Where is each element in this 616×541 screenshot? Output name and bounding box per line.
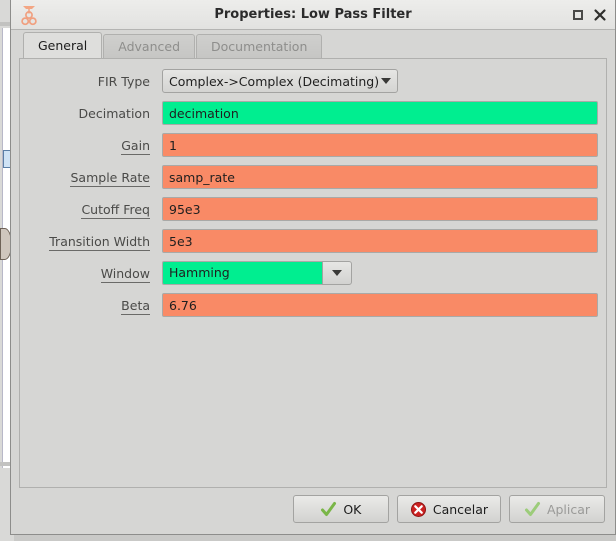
field-wrap-window: Hamming	[162, 261, 606, 285]
label-beta: Beta	[121, 297, 150, 315]
apply-button-label: Aplicar	[546, 501, 591, 517]
cutoff-freq-input[interactable]: 95e3	[162, 197, 598, 221]
form-row-decimation: Decimation decimation	[20, 101, 606, 125]
form-row-gain: Gain 1	[20, 133, 606, 157]
form-row-cutoff-freq: Cutoff Freq 95e3	[20, 197, 606, 221]
decimation-input[interactable]: decimation	[162, 101, 598, 125]
form-row-window: Window Hamming	[20, 261, 606, 285]
gain-input[interactable]: 1	[162, 133, 598, 157]
label-fir-type: FIR Type	[97, 73, 150, 89]
label-transition-width: Transition Width	[49, 233, 150, 251]
check-icon	[524, 501, 540, 516]
fir-type-value: Complex->Complex (Decimating)	[169, 73, 380, 89]
beta-input[interactable]: 6.76	[162, 293, 598, 317]
form-row-beta: Beta 6.76	[20, 293, 606, 317]
label-sample-rate: Sample Rate	[70, 169, 150, 187]
window-value[interactable]: Hamming	[162, 261, 322, 285]
window-controls	[565, 6, 609, 24]
tab-documentation[interactable]: Documentation	[196, 34, 323, 58]
tab-bar: General Advanced Documentation	[11, 30, 615, 58]
maximize-button[interactable]	[569, 6, 587, 24]
sample-rate-input[interactable]: samp_rate	[162, 165, 598, 189]
check-icon	[321, 501, 337, 516]
label-gain: Gain	[121, 137, 150, 155]
apply-button[interactable]: Aplicar	[509, 495, 605, 523]
error-x-icon	[410, 501, 426, 517]
window-title: Properties: Low Pass Filter	[214, 7, 412, 22]
field-wrap-sample-rate: samp_rate	[162, 165, 606, 189]
tab-advanced[interactable]: Advanced	[103, 34, 196, 58]
label-window: Window	[100, 265, 150, 283]
fir-type-combobox[interactable]: Complex->Complex (Decimating)	[162, 69, 398, 93]
label-cutoff-freq: Cutoff Freq	[81, 201, 150, 219]
general-tab-panel: FIR Type Complex->Complex (Decimating) D…	[19, 58, 607, 488]
transition-width-input[interactable]: 5e3	[162, 229, 598, 253]
ok-button-label: OK	[343, 501, 362, 517]
dialog-button-bar: OK Cancelar Aplicar	[11, 488, 615, 534]
field-wrap-gain: 1	[162, 133, 606, 157]
form-row-fir-type: FIR Type Complex->Complex (Decimating)	[20, 69, 606, 93]
form-row-sample-rate: Sample Rate samp_rate	[20, 165, 606, 189]
title-bar[interactable]: Properties: Low Pass Filter	[11, 0, 615, 30]
field-wrap-fir-type: Complex->Complex (Decimating)	[162, 69, 606, 93]
chevron-down-icon	[381, 78, 391, 84]
tab-general[interactable]: General	[23, 32, 103, 58]
properties-dialog: Properties: Low Pass Filter General Adva…	[10, 0, 616, 535]
cancel-button[interactable]: Cancelar	[396, 495, 501, 523]
close-button[interactable]	[591, 6, 609, 24]
window-dropdown-button[interactable]	[322, 261, 352, 285]
window-combobox[interactable]: Hamming	[162, 261, 352, 285]
field-wrap-beta: 6.76	[162, 293, 606, 317]
label-decimation: Decimation	[78, 105, 150, 121]
ok-button[interactable]: OK	[292, 495, 389, 523]
cancel-button-label: Cancelar	[432, 501, 488, 517]
chevron-down-icon	[332, 270, 342, 276]
gnuradio-logo-icon	[19, 3, 41, 27]
field-wrap-transition-width: 5e3	[162, 229, 606, 253]
field-wrap-decimation: decimation	[162, 101, 606, 125]
field-wrap-cutoff-freq: 95e3	[162, 197, 606, 221]
form-row-transition-width: Transition Width 5e3	[20, 229, 606, 253]
